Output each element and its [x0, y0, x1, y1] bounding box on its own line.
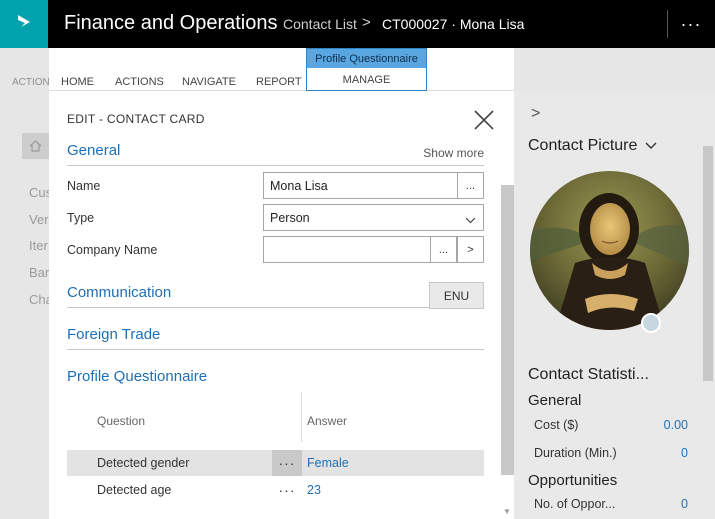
company-open-button[interactable]: >	[457, 236, 484, 263]
tab-manage[interactable]: MANAGE	[307, 74, 426, 86]
type-select-value: Person	[270, 211, 310, 225]
chevron-down-icon	[465, 213, 476, 227]
column-divider	[301, 392, 302, 442]
answer-cell[interactable]: Female	[307, 456, 349, 470]
question-cell: Detected gender	[97, 456, 190, 470]
breadcrumb-page[interactable]: Contact List	[283, 16, 357, 32]
more-options-icon[interactable]: ···	[667, 0, 715, 48]
dynamics-logo-icon[interactable]	[0, 0, 48, 48]
breadcrumb-separator-icon: >	[362, 14, 371, 31]
name-input[interactable]: Mona Lisa	[263, 172, 458, 199]
contextual-group-label: Profile Questionnaire	[307, 49, 426, 68]
home-icon	[22, 133, 49, 159]
type-label: Type	[67, 211, 95, 225]
question-cell: Detected age	[97, 483, 172, 497]
opportunities-label: No. of Oppor...	[534, 497, 616, 511]
section-communication-title[interactable]: Communication	[67, 284, 171, 301]
action-pane: HOME ACTIONS NAVIGATE REPORT Profile Que…	[49, 48, 514, 91]
app-title[interactable]: Finance and Operations	[64, 12, 277, 35]
section-communication[interactable]: Communication	[67, 284, 484, 308]
duration-value[interactable]: 0	[681, 446, 688, 460]
language-badge[interactable]: ENU	[429, 282, 484, 309]
company-name-label: Company Name	[67, 243, 158, 257]
contact-picture-title[interactable]: Contact Picture	[528, 137, 657, 155]
show-more-link[interactable]: Show more	[423, 146, 484, 160]
background-nav-item: Bar	[29, 265, 50, 280]
factbox-pane: > Contact Picture Contact Statisti... Ge…	[514, 91, 715, 519]
column-header-question[interactable]: Question	[97, 414, 145, 428]
tab-home[interactable]: HOME	[61, 76, 94, 88]
collapse-factbox-icon[interactable]: >	[531, 105, 540, 123]
name-lookup-button[interactable]: ...	[457, 172, 484, 199]
section-foreign-trade[interactable]: Foreign Trade	[67, 326, 484, 350]
scroll-down-icon[interactable]: ▼	[503, 507, 511, 516]
contact-photo	[530, 171, 689, 330]
duration-label: Duration (Min.)	[534, 446, 617, 460]
cost-label: Cost ($)	[534, 418, 579, 432]
chevron-down-icon	[645, 142, 657, 149]
factbox-scrollbar[interactable]	[703, 146, 713, 381]
statistics-general-title: General	[528, 392, 582, 409]
type-select[interactable]: Person	[263, 204, 484, 231]
opportunities-title: Opportunities	[528, 472, 618, 489]
top-bar: Finance and Operations Contact List > CT…	[0, 0, 715, 48]
section-general[interactable]: General Show more	[67, 142, 484, 166]
opportunities-value[interactable]: 0	[681, 497, 688, 511]
answer-cell[interactable]: 23	[307, 483, 321, 497]
section-foreign-trade-title[interactable]: Foreign Trade	[67, 326, 160, 343]
breadcrumb-record: CT000027 · Mona Lisa	[382, 16, 525, 32]
background-nav-item: Ver	[29, 212, 49, 227]
tab-actions[interactable]: ACTIONS	[115, 76, 164, 88]
company-name-input[interactable]	[263, 236, 431, 263]
column-header-answer[interactable]: Answer	[307, 414, 347, 428]
duration-line: Duration (Min.) 0	[534, 446, 688, 460]
table-row[interactable]: Detected age ··· 23	[67, 477, 484, 503]
close-icon[interactable]	[471, 107, 497, 133]
cost-line: Cost ($) 0.00	[534, 418, 688, 432]
contact-picture-label: Contact Picture	[528, 137, 638, 154]
name-label: Name	[67, 179, 101, 193]
section-general-title[interactable]: General	[67, 142, 120, 159]
contextual-tab-group[interactable]: Profile Questionnaire MANAGE	[306, 48, 427, 91]
status-indicator	[641, 313, 661, 333]
company-lookup-button[interactable]: ...	[430, 236, 457, 263]
tab-navigate[interactable]: NAVIGATE	[182, 76, 236, 88]
row-more-icon[interactable]: ···	[272, 450, 302, 476]
tab-report[interactable]: REPORT	[256, 76, 302, 88]
contact-statistics-title[interactable]: Contact Statisti...	[528, 366, 649, 384]
section-profile-title[interactable]: Profile Questionnaire	[67, 368, 207, 385]
table-row[interactable]: Detected gender ··· Female	[67, 450, 484, 476]
cost-value[interactable]: 0.00	[664, 418, 688, 432]
background-nav-item: Iter	[29, 238, 48, 253]
edit-contact-dialog: EDIT - CONTACT CARD General Show more Na…	[49, 91, 514, 519]
background-action-tab: ACTION	[12, 77, 50, 88]
dialog-scrollbar[interactable]	[501, 185, 514, 475]
opportunities-line: No. of Oppor... 0	[534, 497, 688, 511]
row-more-icon[interactable]: ···	[272, 477, 302, 503]
dialog-title: EDIT - CONTACT CARD	[67, 112, 205, 126]
